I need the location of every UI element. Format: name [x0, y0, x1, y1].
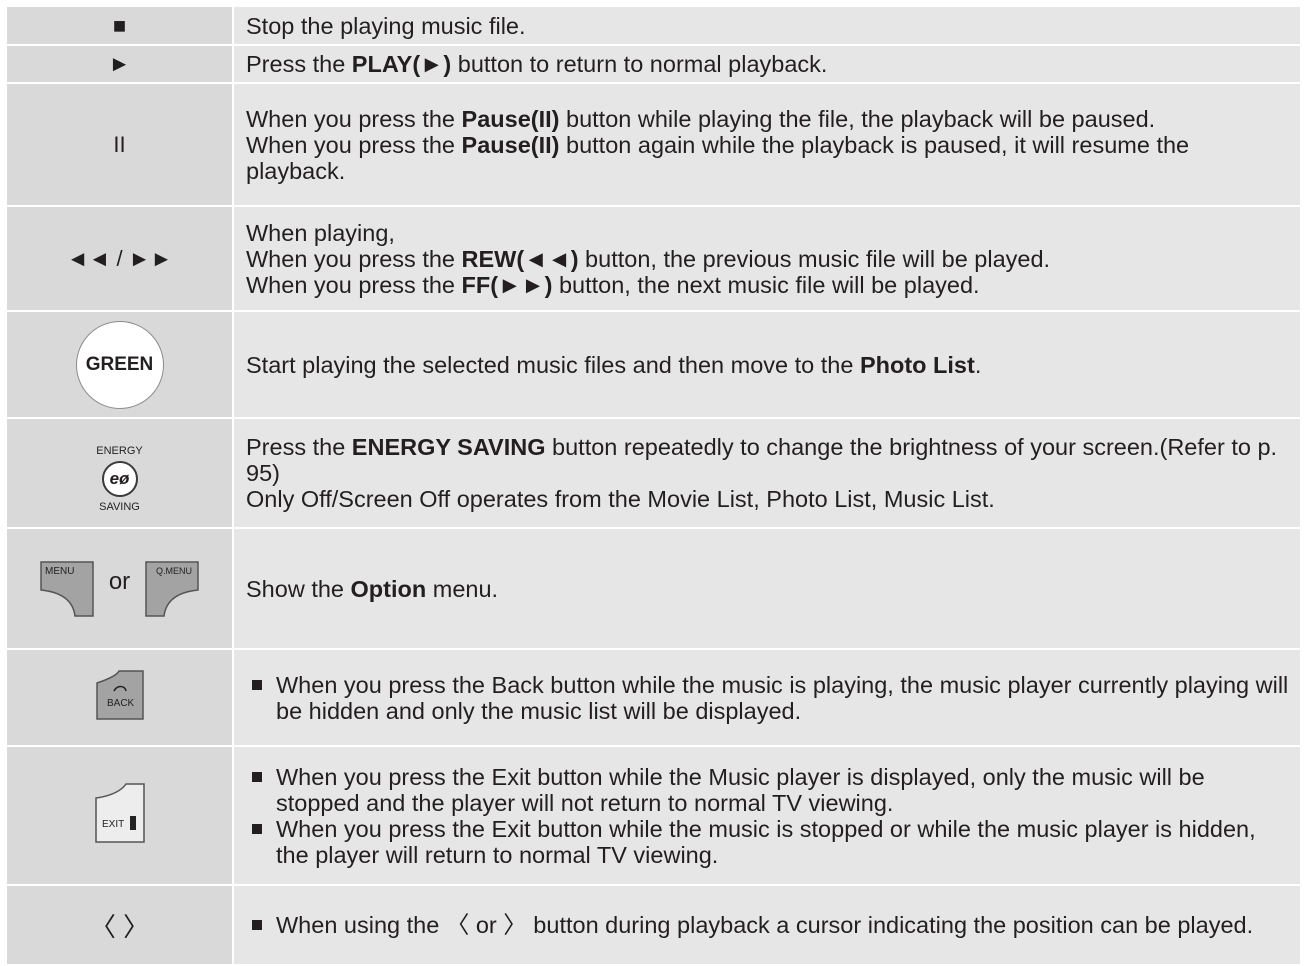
playback-controls-table: ■ Stop the playing music file. ► Press t… [5, 5, 1302, 966]
rew-ff-key: ◄◄ / ►► [5, 205, 234, 312]
table-row: ENERGY eø SAVING Press the ENERGY SAVING… [5, 417, 1302, 529]
menu-button-icon: MENU [40, 560, 94, 617]
back-key: BACK [5, 648, 234, 747]
energy-saving-description: Press the ENERGY SAVING button repeatedl… [232, 417, 1302, 529]
pause-key: II [5, 82, 234, 207]
play-key: ► [5, 44, 234, 84]
table-row: ► Press the PLAY(►) button to return to … [5, 44, 1302, 84]
table-row: 〈 〉 When using the 〈 or 〉 button during … [5, 884, 1302, 966]
list-item: When you press the Back button while the… [246, 672, 1290, 724]
stop-key: ■ [5, 5, 234, 46]
back-key-label: BACK [107, 698, 135, 709]
list-item: When using the 〈 or 〉 button during play… [246, 912, 1290, 938]
rew-ff-icon: ◄◄ / ►► [66, 245, 173, 271]
table-row: BACK When you press the Back button whil… [5, 648, 1302, 747]
exit-door-icon [129, 815, 136, 830]
option-description: Show the Option menu. [232, 527, 1302, 650]
exit-button-icon: EXIT [94, 782, 145, 843]
energy-saving-icon: ENERGY eø SAVING [96, 444, 143, 513]
menu-key-label: MENU [45, 566, 74, 577]
bullet-icon [252, 920, 262, 930]
stop-icon: ■ [112, 12, 127, 38]
q-menu-button-icon: Q.MENU [145, 560, 199, 617]
left-right-icon: 〈 〉 [89, 911, 150, 942]
pause-description: When you press the Pause(II) button whil… [232, 82, 1302, 207]
or-label: or [108, 567, 131, 595]
table-row: GREEN Start playing the selected music f… [5, 310, 1302, 419]
leaf-icon: eø [101, 460, 138, 497]
table-row: ■ Stop the playing music file. [5, 5, 1302, 46]
green-description: Start playing the selected music files a… [232, 310, 1302, 419]
green-button-icon: GREEN [75, 320, 164, 409]
cursor-key: 〈 〉 [5, 884, 234, 966]
green-key: GREEN [5, 310, 234, 419]
table-row: II When you press the Pause(II) button w… [5, 82, 1302, 207]
list-item: When you press the Exit button while the… [246, 816, 1290, 868]
cursor-description: When using the 〈 or 〉 button during play… [232, 884, 1302, 966]
list-item: When you press the Exit button while the… [246, 764, 1290, 816]
stop-description: Stop the playing music file. [232, 5, 1302, 46]
q-menu-key-label: Q.MENU [156, 566, 192, 576]
bullet-icon [252, 679, 262, 690]
exit-description: When you press the Exit button while the… [232, 745, 1302, 886]
bullet-icon [252, 823, 262, 834]
table-row: ◄◄ / ►► When playing, When you press the… [5, 205, 1302, 312]
back-button-icon: BACK [95, 669, 144, 720]
exit-key: EXIT [5, 745, 234, 886]
rew-ff-description: When playing, When you press the REW(◄◄)… [232, 205, 1302, 312]
table-row: MENU or Q.MENU Show the Option menu. [5, 527, 1302, 650]
back-description: When you press the Back button while the… [232, 648, 1302, 747]
table-row: EXIT When you press the Exit button whil… [5, 745, 1302, 886]
play-icon: ► [108, 51, 131, 76]
bullet-icon [252, 771, 262, 782]
exit-key-label: EXIT [102, 819, 124, 830]
pause-icon: II [113, 131, 126, 157]
menu-key: MENU or Q.MENU [5, 527, 234, 650]
energy-saving-key: ENERGY eø SAVING [5, 417, 234, 529]
play-description: Press the PLAY(►) button to return to no… [232, 44, 1302, 84]
